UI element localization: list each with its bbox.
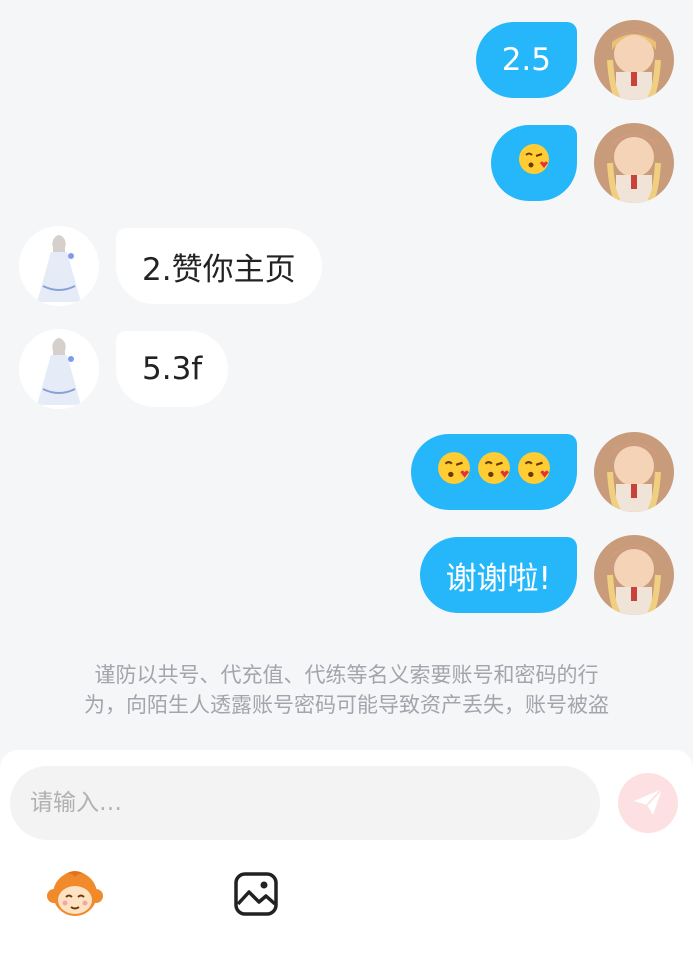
message-sent	[491, 123, 674, 203]
message-received: 2.赞你主页	[19, 226, 322, 306]
avatar-self[interactable]	[594, 123, 674, 203]
avatar-self[interactable]	[594, 535, 674, 615]
paper-plane-icon	[631, 785, 665, 822]
message-bubble[interactable]: 2.5	[475, 22, 577, 98]
kissing-face-with-heart-icon	[517, 451, 551, 493]
message-composer	[0, 750, 693, 957]
message-sent: 2.5	[475, 20, 674, 100]
security-notice-line: 谨防以共号、代充值、代练等名义索要账号和密码的行	[94, 663, 599, 687]
security-notice-line: 为，向陌生人透露账号密码可能导致资产丢失，账号被盗	[84, 693, 609, 717]
kissing-face-with-heart-icon	[437, 451, 471, 493]
message-bubble[interactable]	[411, 434, 577, 510]
image-icon	[234, 872, 278, 920]
message-bubble[interactable]: 谢谢啦!	[419, 537, 577, 613]
send-button[interactable]	[618, 773, 678, 833]
monkey-sticker-icon	[46, 869, 104, 923]
security-notice: 谨防以共号、代充值、代练等名义索要账号和密码的行 为，向陌生人透露账号密码可能导…	[40, 660, 653, 720]
message-sent: 谢谢啦!	[419, 535, 674, 615]
avatar-self[interactable]	[594, 20, 674, 100]
message-bubble[interactable]: 5.3f	[116, 331, 229, 407]
sticker-button[interactable]	[45, 866, 105, 926]
kissing-face-with-heart-icon	[518, 143, 550, 183]
kissing-face-with-heart-icon	[477, 451, 511, 493]
message-received: 5.3f	[19, 329, 229, 409]
message-input[interactable]	[10, 766, 600, 840]
image-button[interactable]	[226, 866, 286, 926]
avatar-self[interactable]	[594, 432, 674, 512]
message-bubble[interactable]: 2.赞你主页	[116, 228, 322, 304]
avatar-contact[interactable]	[19, 329, 99, 409]
message-sent	[411, 432, 674, 512]
chat-area: 2.5 2.赞你主页 5.3f 谢谢啦! 谨防以共号、代充值、代练等名义索要账号…	[0, 0, 693, 750]
message-bubble[interactable]	[491, 125, 577, 201]
avatar-contact[interactable]	[19, 226, 99, 306]
